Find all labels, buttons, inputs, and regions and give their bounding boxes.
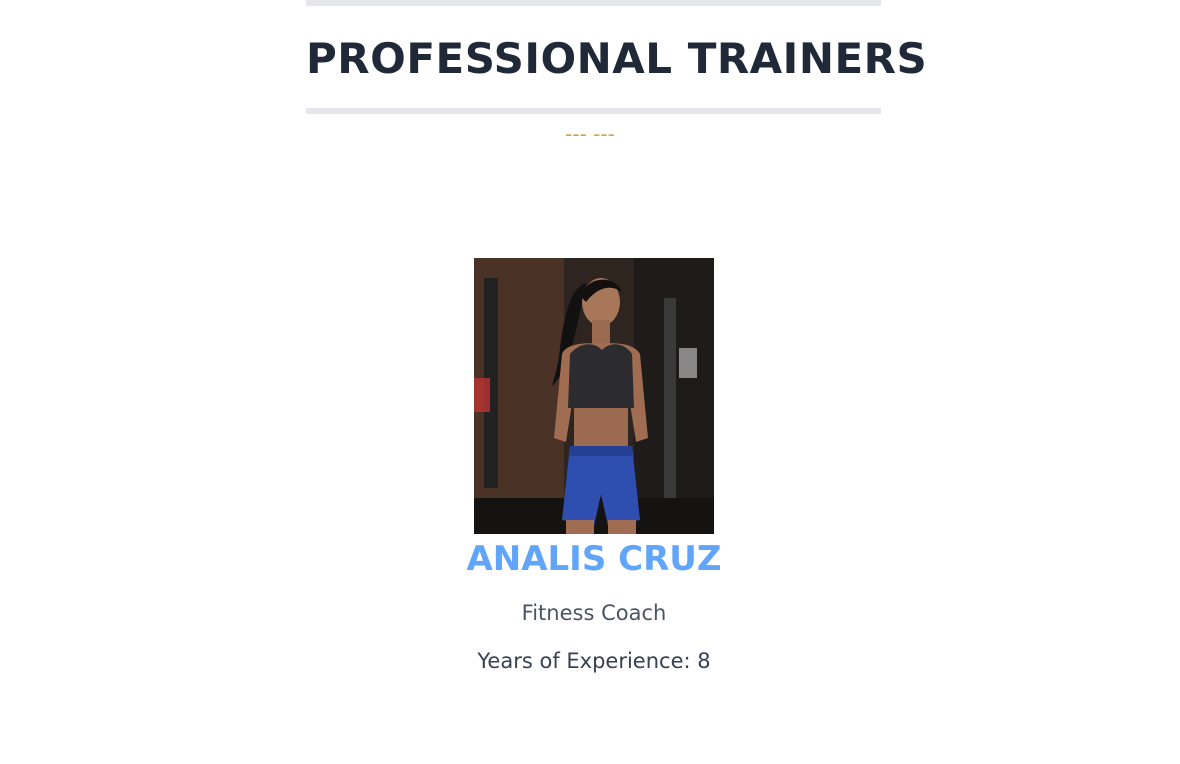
trainer-experience: Years of Experience: 8: [477, 649, 711, 673]
page-title: PROFESSIONAL TRAINERS: [306, 34, 928, 83]
trainer-name: ANALIS CRUZ: [466, 539, 722, 579]
header-top-rule: [306, 0, 881, 6]
trainer-card: ANALIS CRUZ Fitness Coach Years of Exper…: [390, 258, 798, 688]
header-bottom-rule: [306, 108, 881, 114]
section-header: PROFESSIONAL TRAINERS: [306, 0, 928, 114]
trainer-role: Fitness Coach: [521, 601, 667, 625]
title-divider: --- ---: [565, 122, 615, 146]
trainers-page: PROFESSIONAL TRAINERS --- --- ANALIS CRU…: [0, 0, 1180, 764]
trainer-photo: [474, 258, 714, 534]
